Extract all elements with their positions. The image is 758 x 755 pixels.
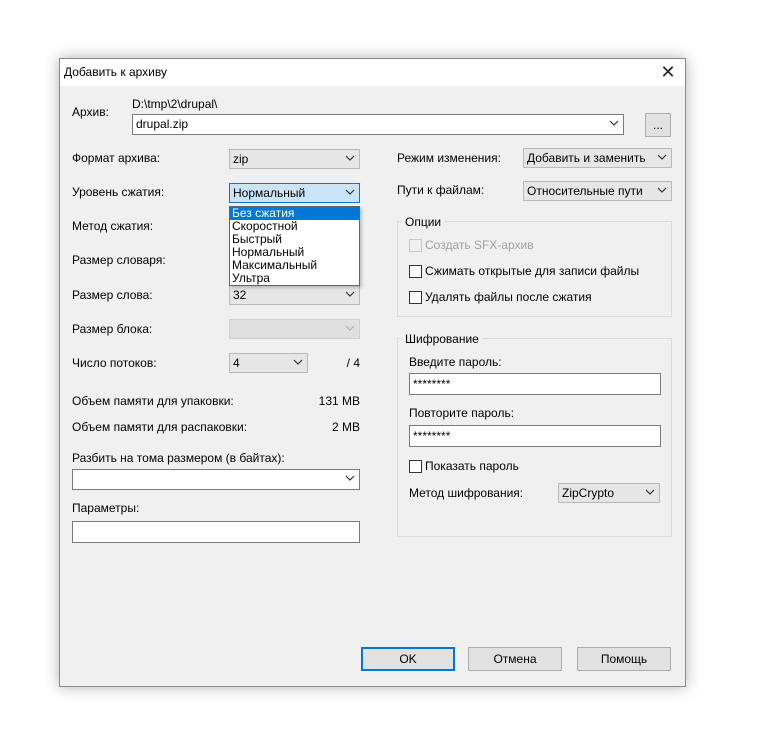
archive-path: D:\tmp\2\drupal\ — [132, 97, 218, 111]
password-repeat-input[interactable]: ******** — [409, 425, 661, 447]
block-label: Размер блока: — [72, 322, 153, 336]
browse-button[interactable]: ... — [645, 113, 671, 137]
options-title: Опции — [402, 215, 445, 229]
update-mode-value: Добавить и заменить — [527, 151, 646, 165]
paths-combo[interactable]: Относительные пути — [523, 181, 672, 201]
paths-label: Пути к файлам: — [397, 183, 485, 197]
level-option[interactable]: Ультра — [230, 272, 359, 285]
delete-after-checkbox[interactable] — [409, 291, 422, 304]
dialog-title: Добавить к архиву — [64, 65, 167, 79]
encryption-method-label: Метод шифрования: — [409, 486, 524, 500]
encryption-title: Шифрование — [402, 332, 482, 346]
level-combo[interactable]: Нормальный — [229, 183, 360, 203]
archive-label: Архив: — [72, 105, 109, 119]
block-combo — [229, 319, 360, 339]
update-mode-label: Режим изменения: — [397, 151, 501, 165]
params-input[interactable] — [72, 521, 360, 543]
chevron-down-icon — [657, 187, 667, 193]
chevron-down-icon — [345, 155, 355, 161]
chevron-down-icon — [293, 359, 303, 365]
mem-unpack-label: Объем памяти для распаковки: — [72, 420, 248, 434]
level-label: Уровень сжатия: — [72, 185, 165, 199]
encryption-method-value: ZipCrypto — [562, 486, 615, 500]
word-label: Размер слова: — [72, 288, 153, 302]
cancel-button[interactable]: Отмена — [468, 647, 562, 671]
params-label: Параметры: — [72, 501, 140, 515]
title-bar: Добавить к архиву ✕ — [60, 59, 685, 86]
password-label: Введите пароль: — [409, 355, 502, 369]
paths-value: Относительные пути — [527, 184, 643, 198]
method-label: Метод сжатия: — [72, 219, 154, 233]
split-combo[interactable] — [72, 469, 360, 490]
add-to-archive-dialog: Добавить к архиву ✕ Архив: D:\tmp\2\drup… — [59, 58, 686, 687]
show-password-checkbox[interactable] — [409, 460, 422, 473]
chevron-down-icon — [345, 189, 355, 195]
show-password-label: Показать пароль — [425, 459, 519, 473]
archive-name-value: drupal.zip — [136, 117, 189, 131]
split-label: Разбить на тома размером (в байтах): — [72, 451, 285, 465]
password-input[interactable]: ******** — [409, 373, 661, 395]
word-combo[interactable]: 32 — [229, 285, 360, 305]
help-button[interactable]: Помощь — [577, 647, 671, 671]
format-value: zip — [233, 152, 249, 166]
close-icon[interactable]: ✕ — [651, 59, 685, 86]
threads-value: 4 — [233, 356, 240, 370]
threads-label: Число потоков: — [72, 356, 157, 370]
encryption-method-combo[interactable]: ZipCrypto — [558, 483, 660, 503]
chevron-down-icon — [345, 291, 355, 297]
level-dropdown-list: Без сжатия Скоростной Быстрый Нормальный Мак… — [229, 206, 360, 286]
password-repeat-label: Повторите пароль: — [409, 406, 515, 420]
chevron-down-icon — [645, 489, 655, 495]
threads-max: / 4 — [346, 356, 360, 370]
mem-unpack-value: 2 MB — [331, 420, 360, 434]
chevron-down-icon — [345, 475, 355, 481]
format-combo[interactable]: zip — [229, 149, 360, 169]
update-mode-combo[interactable]: Добавить и заменить — [523, 148, 672, 168]
ok-button[interactable]: OK — [361, 647, 455, 671]
word-value: 32 — [233, 288, 247, 302]
chevron-down-icon — [657, 154, 667, 160]
format-label: Формат архива: — [72, 151, 161, 165]
sfx-checkbox — [409, 239, 422, 252]
threads-combo[interactable]: 4 — [229, 353, 308, 373]
archive-name-combo[interactable]: drupal.zip — [132, 114, 624, 135]
sfx-label: Создать SFX-архив — [425, 238, 534, 252]
chevron-down-icon — [609, 120, 619, 126]
mem-pack-label: Объем памяти для упаковки: — [72, 394, 234, 408]
dict-label: Размер словаря: — [72, 253, 166, 267]
compress-shared-checkbox[interactable] — [409, 265, 422, 278]
level-value: Нормальный — [233, 186, 306, 200]
compress-shared-label: Сжимать открытые для записи файлы — [425, 264, 640, 278]
mem-pack-value: 131 MB — [318, 394, 360, 408]
chevron-down-icon — [345, 325, 355, 331]
delete-after-label: Удалять файлы после сжатия — [425, 290, 592, 304]
